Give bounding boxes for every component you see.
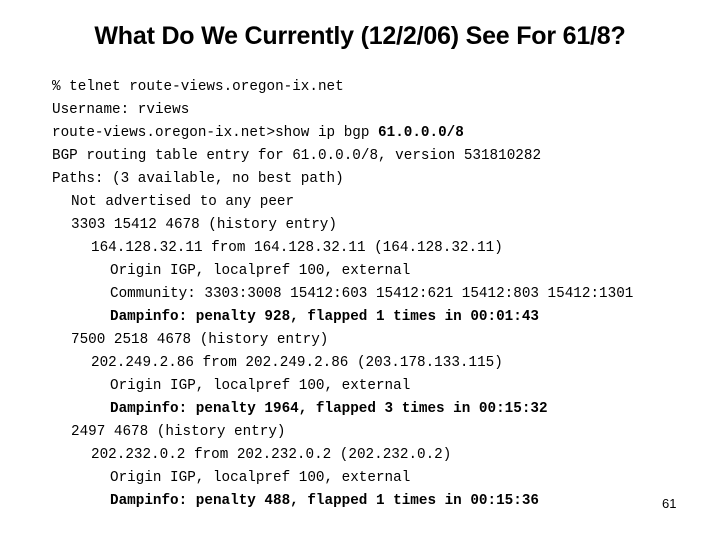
entry-header-line: BGP routing table entry for 61.0.0.0/8, …: [52, 148, 542, 164]
prompt-prefix-arg: 61.0.0.0/8: [378, 125, 464, 141]
slide-title: What Do We Currently (12/2/06) See For 6…: [94, 22, 626, 50]
username-line: Username: rviews: [52, 102, 190, 118]
not-advertised-line: Not advertised to any peer: [71, 194, 295, 210]
path-neighbor: 164.128.32.11 from 164.128.32.11 (164.12…: [91, 240, 503, 256]
path-origin: Origin IGP, localpref 100, external: [110, 263, 411, 279]
path-as-path: 7500 2518 4678 (history entry): [71, 332, 329, 348]
prompt-command: route-views.oregon-ix.net>show ip bgp: [52, 125, 379, 141]
paths-summary-line: Paths: (3 available, no best path): [52, 171, 344, 187]
path-dampinfo: Dampinfo: penalty 488, flapped 1 times i…: [110, 493, 539, 509]
path-dampinfo: Dampinfo: penalty 1964, flapped 3 times …: [110, 401, 548, 417]
path-as-path: 2497 4678 (history entry): [71, 424, 286, 440]
path-origin: Origin IGP, localpref 100, external: [110, 378, 411, 394]
path-neighbor: 202.249.2.86 from 202.249.2.86 (203.178.…: [91, 355, 503, 371]
path-neighbor: 202.232.0.2 from 202.232.0.2 (202.232.0.…: [91, 447, 452, 463]
path-dampinfo: Dampinfo: penalty 928, flapped 1 times i…: [110, 309, 539, 325]
prompt-line: route-views.oregon-ix.net>show ip bgp 61…: [52, 122, 633, 145]
page-number: 61: [662, 496, 677, 511]
path-as-path: 3303 15412 4678 (history entry): [71, 217, 337, 233]
terminal-output: % telnet route-views.oregon-ix.net Usern…: [52, 76, 633, 513]
telnet-command-line: % telnet route-views.oregon-ix.net: [52, 79, 344, 95]
path-origin: Origin IGP, localpref 100, external: [110, 470, 411, 486]
path-community: Community: 3303:3008 15412:603 15412:621…: [110, 286, 634, 302]
